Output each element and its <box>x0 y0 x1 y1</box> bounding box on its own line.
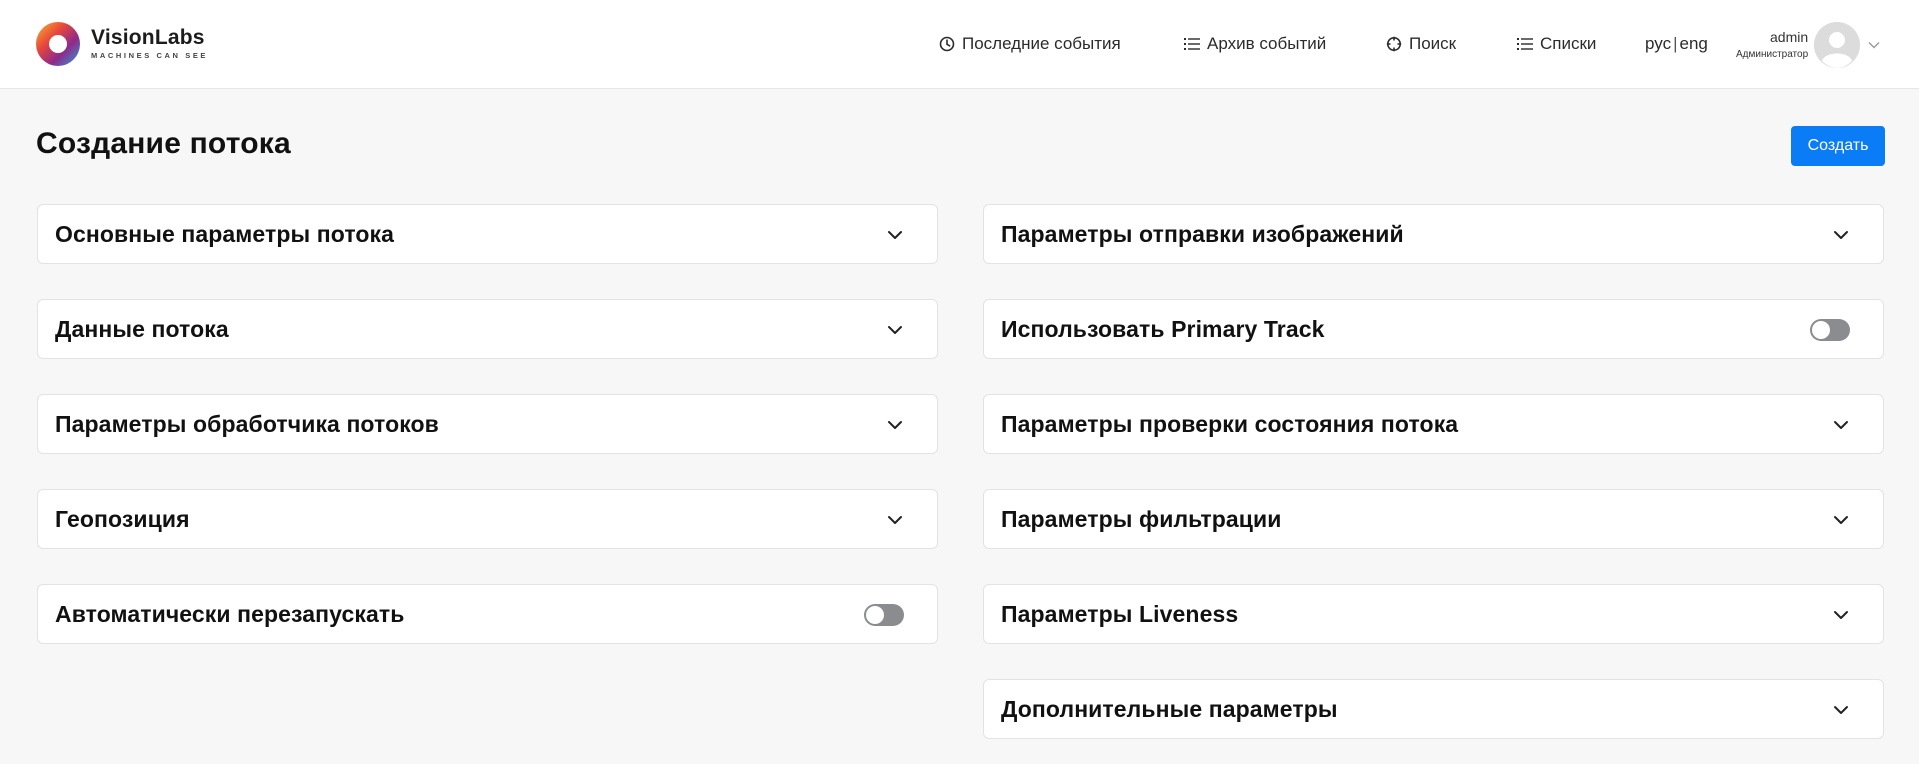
nav-lists[interactable]: Списки <box>1517 30 1596 58</box>
lang-separator: | <box>1673 34 1678 53</box>
toggle-knob <box>1812 321 1830 339</box>
nav-recent-label: Последние события <box>962 34 1121 53</box>
user-name: admin <box>1770 28 1809 45</box>
brand-logo[interactable]: VisionLabs MACHINES CAN SEE <box>35 20 208 68</box>
chevron-down-icon[interactable] <box>886 321 904 339</box>
panel-filtering-params[interactable]: Параметры фильтрации <box>983 489 1884 549</box>
list-icon <box>1184 38 1200 50</box>
nav-lists-label: Списки <box>1540 34 1597 53</box>
nav-events-archive[interactable]: Архив событий <box>1184 30 1326 58</box>
language-switcher: рус | eng <box>1645 30 1708 58</box>
nav-search-label: Поиск <box>1409 34 1457 53</box>
list-icon <box>1517 38 1533 50</box>
panel-title: Использовать Primary Track <box>1001 315 1325 342</box>
page-title: Создание потока <box>36 127 291 160</box>
user-role: Администратор <box>1736 48 1809 60</box>
user-menu[interactable]: admin Администратор <box>1736 20 1880 70</box>
primary-track-toggle[interactable] <box>1810 319 1850 341</box>
panel-title: Основные параметры потока <box>55 220 395 247</box>
panel-stream-main-params[interactable]: Основные параметры потока <box>37 204 938 264</box>
chevron-down-icon[interactable] <box>1832 511 1850 529</box>
create-button[interactable]: Создать <box>1791 126 1885 166</box>
panel-primary-track: Использовать Primary Track <box>983 299 1884 359</box>
chevron-down-icon[interactable] <box>886 416 904 434</box>
chevron-down-icon[interactable] <box>886 511 904 529</box>
panel-title: Параметры проверки состояния потока <box>1001 410 1459 437</box>
panel-title: Автоматически перезапускать <box>55 600 405 627</box>
panel-geoposition[interactable]: Геопозиция <box>37 489 938 549</box>
chevron-down-icon[interactable] <box>1832 416 1850 434</box>
panel-stream-handler-params[interactable]: Параметры обработчика потоков <box>37 394 938 454</box>
top-header: VisionLabs MACHINES CAN SEE Последние со… <box>0 0 1919 89</box>
crosshair-icon <box>1386 36 1402 52</box>
panel-title: Дополнительные параметры <box>1001 695 1338 722</box>
chevron-down-icon[interactable] <box>886 226 904 244</box>
panel-title: Параметры Liveness <box>1001 600 1239 627</box>
panel-title: Данные потока <box>55 315 229 342</box>
chevron-down-icon[interactable] <box>1832 701 1850 719</box>
lang-ru[interactable]: рус <box>1645 34 1671 54</box>
panel-stream-data[interactable]: Данные потока <box>37 299 938 359</box>
chevron-down-icon[interactable] <box>1868 41 1880 49</box>
panel-title: Геопозиция <box>55 505 190 532</box>
nav-recent-events[interactable]: Последние события <box>939 30 1121 58</box>
panel-title: Параметры обработчика потоков <box>55 410 439 437</box>
chevron-down-icon[interactable] <box>1832 226 1850 244</box>
panel-title: Параметры отправки изображений <box>1001 220 1404 247</box>
nav-archive-label: Архив событий <box>1207 34 1327 53</box>
lang-en[interactable]: eng <box>1680 34 1708 54</box>
panel-liveness-params[interactable]: Параметры Liveness <box>983 584 1884 644</box>
panel-stream-health-params[interactable]: Параметры проверки состояния потока <box>983 394 1884 454</box>
user-avatar-icon <box>1814 22 1861 68</box>
brand-name: VisionLabs <box>91 26 205 49</box>
panel-additional-params[interactable]: Дополнительные параметры <box>983 679 1884 739</box>
visionlabs-logo-icon <box>36 22 80 66</box>
clock-icon <box>939 36 955 52</box>
chevron-down-icon[interactable] <box>1832 606 1850 624</box>
nav-search[interactable]: Поиск <box>1386 30 1456 58</box>
avatar[interactable] <box>1814 22 1861 68</box>
panel-title: Параметры фильтрации <box>1001 505 1282 532</box>
toggle-knob <box>866 606 884 624</box>
panel-auto-restart: Автоматически перезапускать <box>37 584 938 644</box>
brand-tagline: MACHINES CAN SEE <box>91 51 209 60</box>
panel-image-sending-params[interactable]: Параметры отправки изображений <box>983 204 1884 264</box>
auto-restart-toggle[interactable] <box>864 604 904 626</box>
